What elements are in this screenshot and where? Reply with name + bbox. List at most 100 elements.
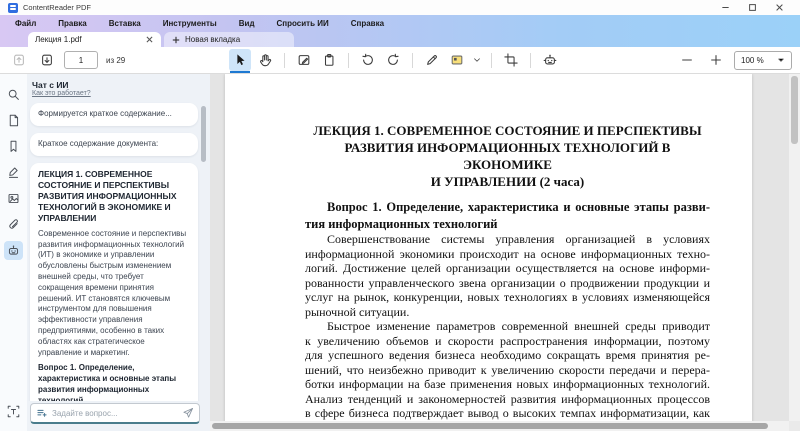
attachment-icon — [7, 218, 20, 231]
title-bar: ContentReader PDF — [0, 0, 800, 15]
note-button[interactable] — [446, 49, 468, 71]
toolbar-divider — [412, 53, 413, 68]
menu-item[interactable]: Вставка — [98, 19, 152, 28]
vertical-scrollbar-thumb[interactable] — [791, 76, 798, 144]
page-number-input[interactable] — [64, 51, 98, 69]
select-tool-button[interactable] — [229, 49, 251, 71]
document-text-line: в сфере бизнеса подтверждает вывод о выс… — [305, 406, 710, 421]
note-dropdown-button[interactable] — [471, 49, 483, 71]
menu-item[interactable]: Файл — [4, 19, 47, 28]
summary-body: Современное состояние и перспективы разв… — [38, 229, 190, 359]
ai-robot-icon — [543, 53, 557, 67]
document-text-line: шений, что неизбежно приводит к увеличен… — [305, 363, 710, 378]
note-icon — [450, 53, 464, 67]
chat-input-container — [30, 403, 200, 424]
zoom-out-button[interactable] — [676, 49, 698, 71]
pdf-page: ЛЕКЦИЯ 1. СОВРЕМЕННОЕ СОСТОЯНИЕ И ПЕРСПЕ… — [225, 74, 752, 431]
document-text-line: логий. Достижение целей организации осущ… — [305, 261, 710, 276]
menu-item[interactable]: Инструменты — [152, 19, 228, 28]
undo-icon — [361, 53, 375, 67]
new-tab-label: Новая вкладка — [185, 35, 240, 44]
chat-message-bubble: Краткое содержание документа: — [30, 133, 198, 156]
menu-item[interactable]: Правка — [47, 19, 97, 28]
sidebar-ai-chat-button[interactable] — [4, 241, 23, 260]
search-icon — [7, 88, 20, 101]
sidebar-bookmarks-button[interactable] — [4, 137, 23, 156]
highlighter-icon — [425, 53, 439, 67]
minimize-icon[interactable] — [720, 3, 730, 13]
document-question-line: Вопрос 1. Определение, характеристика и … — [305, 199, 710, 216]
page-up-button[interactable] — [8, 49, 30, 71]
document-title-line: И УПРАВЛЕНИИ (2 часа) — [305, 173, 710, 190]
menu-bar: ФайлПравкаВставкаИнструментыВидСпросить … — [0, 15, 800, 32]
menu-item[interactable]: Спросить ИИ — [266, 19, 340, 28]
menu-item[interactable]: Вид — [228, 19, 266, 28]
tab-title: Лекция 1.pdf — [35, 35, 144, 44]
signature-icon — [7, 166, 20, 179]
edit-button[interactable] — [293, 49, 315, 71]
page-down-button[interactable] — [36, 49, 58, 71]
summary-heading: ЛЕКЦИЯ 1. СОВРЕМЕННОЕ СОСТОЯНИЕ И ПЕРСПЕ… — [38, 169, 190, 224]
sidebar-signature-button[interactable] — [4, 163, 23, 182]
document-title: ЛЕКЦИЯ 1. СОВРЕМЕННОЕ СОСТОЯНИЕ И ПЕРСПЕ… — [305, 122, 710, 190]
zoom-in-icon — [709, 53, 723, 67]
plus-icon — [172, 36, 180, 44]
document-paragraph-2: Быстрое изменение параметров современной… — [305, 319, 710, 431]
toolbar-divider — [284, 53, 285, 68]
document-title-line: РАЗВИТИЯ ИНФОРМАЦИОННЫХ ТЕХНОЛОГИЙ В ЭКО… — [305, 139, 710, 173]
send-icon[interactable] — [182, 407, 194, 419]
document-text-line: рованности управленческого звена организ… — [305, 276, 710, 291]
horizontal-scrollbar[interactable] — [210, 421, 789, 431]
document-text-line: Анализ тенденций и закономерностей разви… — [305, 392, 710, 407]
undo-button[interactable] — [357, 49, 379, 71]
text-select-icon — [7, 405, 20, 418]
close-icon[interactable] — [774, 3, 784, 13]
zoom-level-value: 100 % — [741, 56, 764, 65]
page-up-icon — [12, 53, 26, 67]
redo-icon — [386, 53, 400, 67]
bookmark-icon — [7, 140, 20, 153]
clipboard-button[interactable] — [318, 49, 340, 71]
sidebar-pages-button[interactable] — [4, 111, 23, 130]
highlighter-button[interactable] — [421, 49, 443, 71]
maximize-icon[interactable] — [747, 3, 757, 13]
new-tab-button[interactable]: Новая вкладка — [164, 32, 294, 47]
chat-help-link[interactable]: Как это работает? — [32, 90, 200, 97]
toolbar: из 29 — [0, 47, 800, 74]
sidebar-search-button[interactable] — [4, 85, 23, 104]
toolbar-divider — [348, 53, 349, 68]
hand-tool-button[interactable] — [254, 49, 276, 71]
document-text-line: ботки информации на базе применения новы… — [305, 377, 710, 392]
chevron-down-icon — [472, 55, 482, 65]
zoom-in-button[interactable] — [705, 49, 727, 71]
document-text-line: к увеличению объемов и скорости распрост… — [305, 334, 710, 349]
chat-scrollbar-thumb[interactable] — [201, 106, 206, 162]
pages-icon — [7, 114, 20, 127]
edit-icon — [297, 53, 311, 67]
document-viewer[interactable]: ЛЕКЦИЯ 1. СОВРЕМЕННОЕ СОСТОЯНИЕ И ПЕРСПЕ… — [210, 74, 800, 431]
page-down-icon — [40, 53, 54, 67]
sidebar-attachments-button[interactable] — [4, 215, 23, 234]
menu-item[interactable]: Справка — [340, 19, 395, 28]
ai-assistant-button[interactable] — [539, 49, 561, 71]
text-select-button[interactable] — [4, 402, 23, 421]
clipboard-icon — [322, 53, 336, 67]
summary-question: Вопрос 1. Определение, характеристика и … — [38, 363, 190, 401]
document-text-line: Совершенствование системы управления орг… — [305, 232, 710, 247]
redo-button[interactable] — [382, 49, 404, 71]
chat-question-input[interactable] — [52, 409, 178, 418]
crop-icon — [504, 53, 518, 67]
tab-active-document[interactable]: Лекция 1.pdf — [28, 32, 161, 47]
chat-scrollbar[interactable] — [201, 104, 206, 422]
crop-button[interactable] — [500, 49, 522, 71]
sidebar-image-button[interactable] — [4, 189, 23, 208]
vertical-scrollbar[interactable] — [789, 74, 800, 421]
left-icon-strip — [0, 74, 27, 431]
tab-bar: Лекция 1.pdf Новая вкладка — [0, 32, 800, 47]
zoom-level-select[interactable]: 100 % — [734, 51, 792, 70]
tab-close-icon[interactable] — [144, 35, 154, 45]
horizontal-scrollbar-thumb[interactable] — [212, 423, 768, 429]
document-text-line: рыночной ситуации. — [305, 305, 710, 320]
new-prompt-icon[interactable] — [36, 407, 48, 419]
chat-message-bubble: Формируется краткое содержание... — [30, 103, 198, 126]
